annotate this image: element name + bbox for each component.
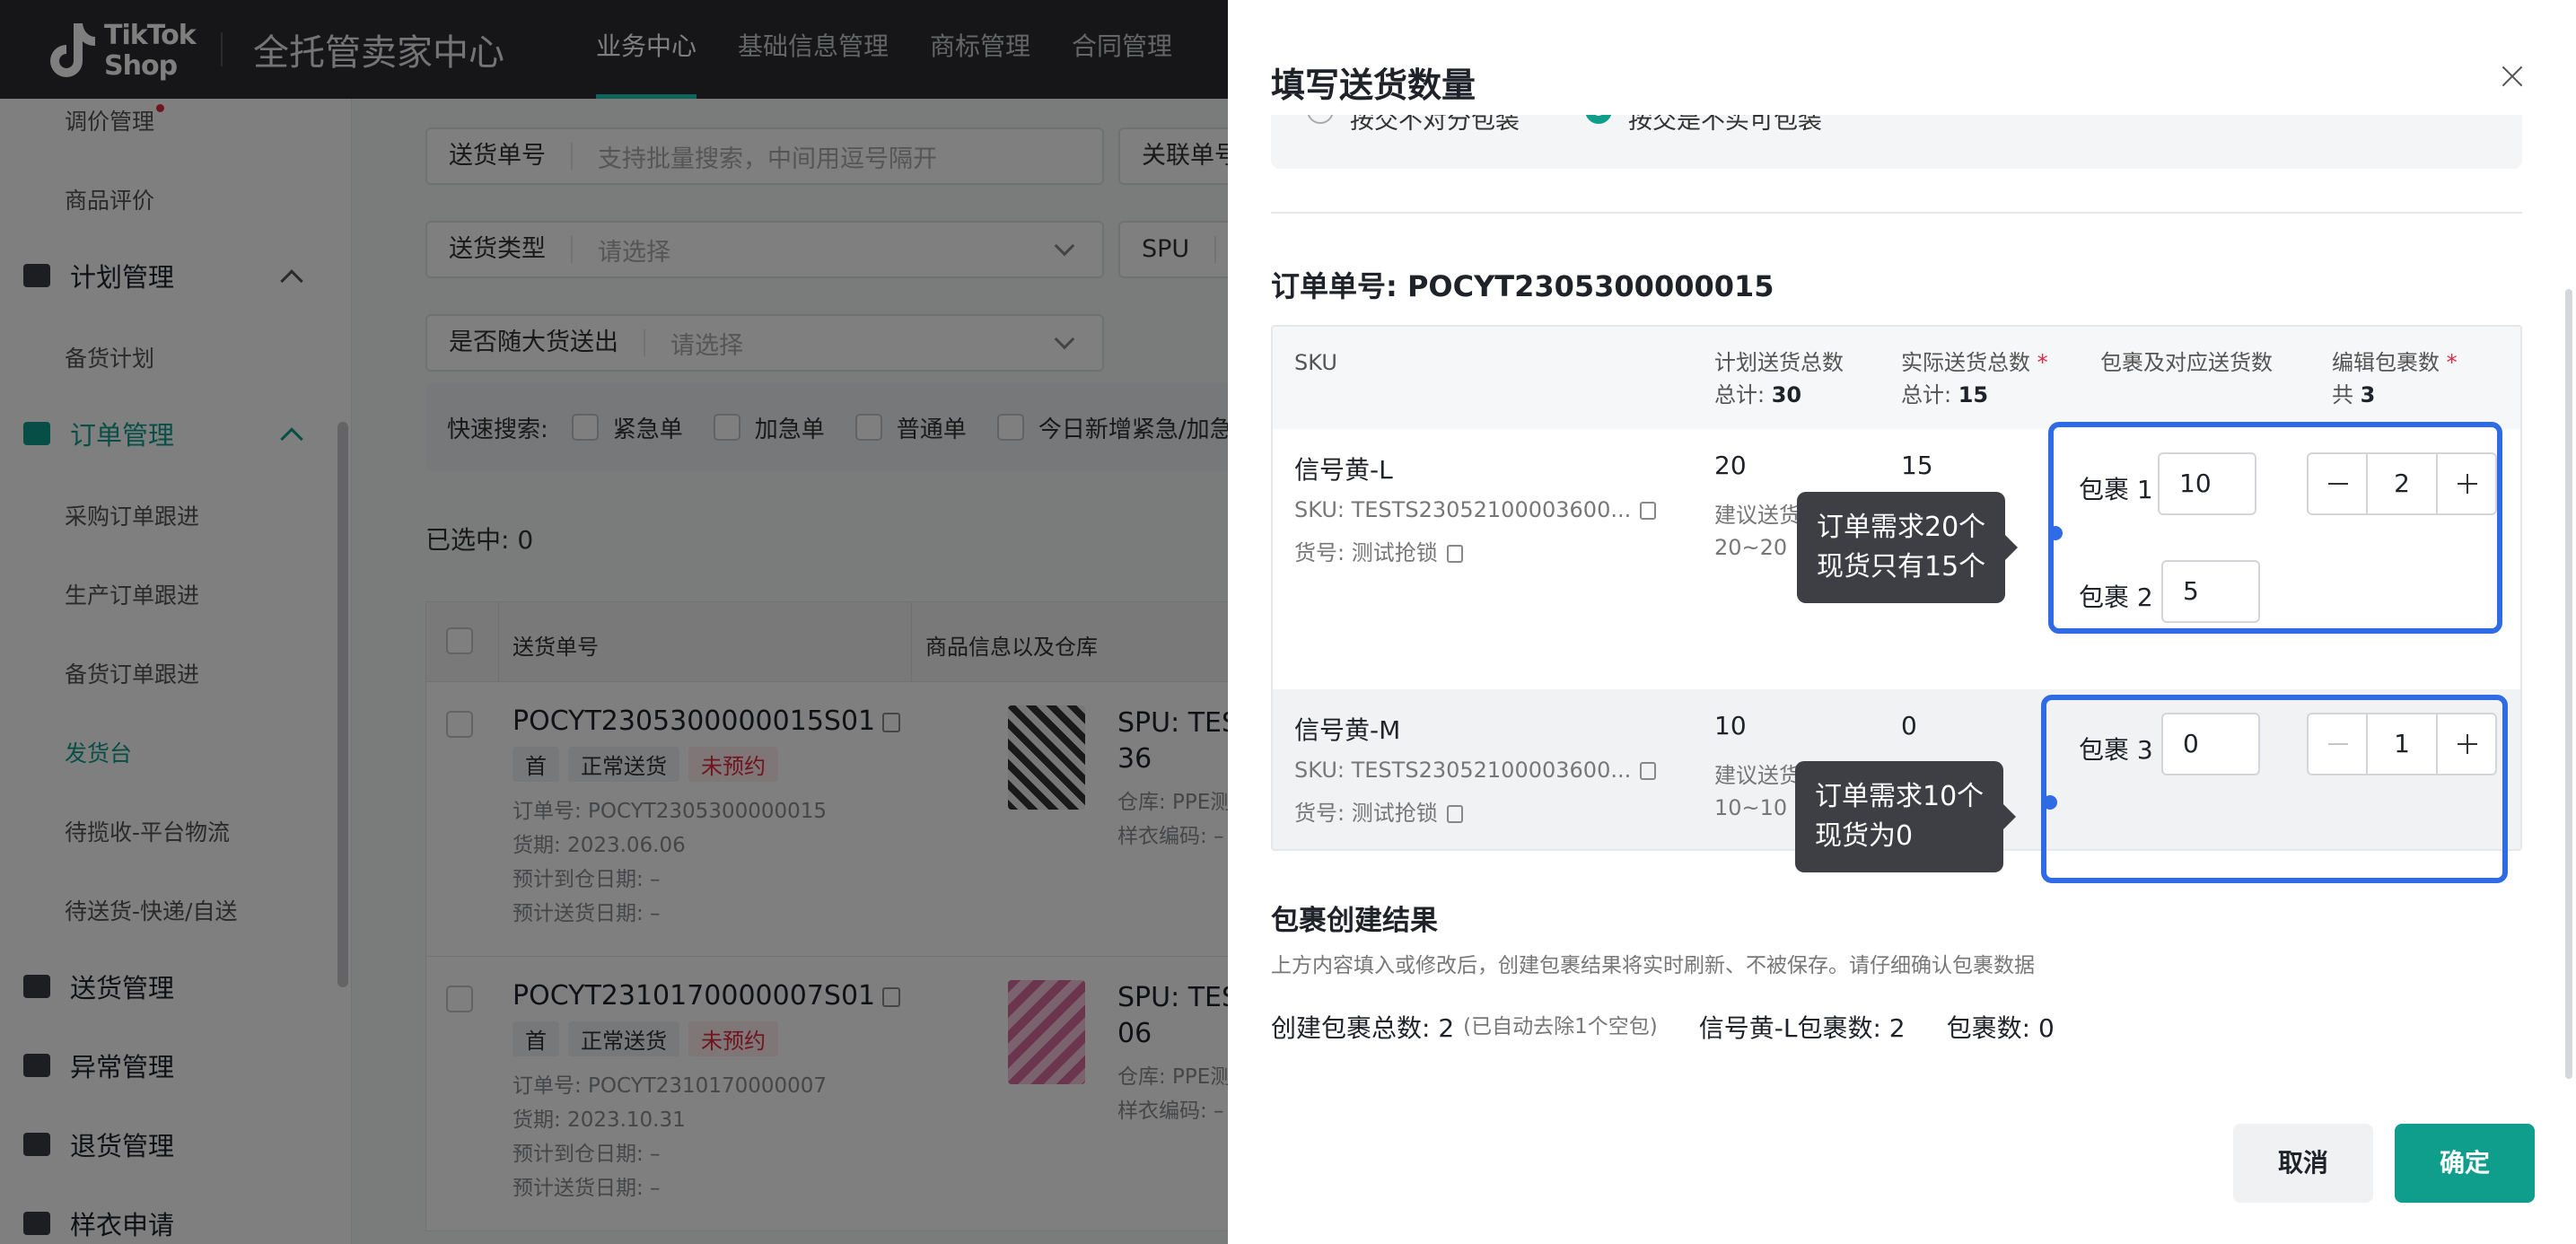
col-actual-total: 总计: 15 bbox=[1901, 379, 2048, 411]
result-summary: 创建包裹总数: 2 (已自动去除1个空包) 信号黄-L包裹数: 2 包裹数: 0 bbox=[1271, 1009, 2055, 1045]
cancel-button[interactable]: 取消 bbox=[2233, 1124, 2373, 1203]
package-count: 包裹数: 0 bbox=[1946, 1013, 2055, 1043]
radio-pack-mixed[interactable] bbox=[1585, 115, 1612, 124]
copy-icon[interactable] bbox=[1446, 805, 1463, 823]
col-actual: 实际送货总数 * 总计: 15 bbox=[1901, 346, 2048, 411]
close-icon[interactable] bbox=[2497, 61, 2528, 92]
col-edit-header: 编辑包裹数 * bbox=[2332, 346, 2458, 379]
radio-pack-separately[interactable] bbox=[1307, 115, 1334, 124]
tooltip-anchor-dot bbox=[2043, 795, 2057, 810]
goods-no-text: 货号: 测试抢锁 bbox=[1294, 801, 1438, 826]
sku-code: SKU: TESTS23052100003600... bbox=[1294, 497, 1657, 522]
suggested-range: 10~10 bbox=[1714, 795, 1788, 820]
tooltip-anchor-dot bbox=[2048, 526, 2063, 540]
highlight-box-row1 bbox=[2048, 422, 2502, 634]
col-edit-label: 编辑包裹数 bbox=[2332, 350, 2440, 375]
order-number: 订单单号: POCYT2305300000015 bbox=[1271, 269, 1774, 303]
sku-code-text: SKU: TESTS23052100003600... bbox=[1294, 758, 1632, 783]
col-edit-count: 编辑包裹数 * 共 3 bbox=[2332, 346, 2458, 411]
drawer-title: 填写送货数量 bbox=[1271, 66, 1476, 105]
highlight-box-row2 bbox=[2041, 695, 2508, 883]
sku-name: 信号黄-M bbox=[1294, 715, 1401, 745]
total-label: 总计: bbox=[1901, 382, 1958, 407]
tooltip-line2: 现货只有15个 bbox=[1817, 551, 1986, 583]
total-label: 共 bbox=[2332, 382, 2361, 407]
result-title: 包裹创建结果 bbox=[1271, 905, 1438, 937]
col-actual-label: 实际送货总数 bbox=[1901, 350, 2030, 375]
radio-label: 按交是不买可包装 bbox=[1628, 115, 1822, 135]
drawer-scrollbar[interactable] bbox=[2565, 289, 2572, 1079]
fill-quantity-drawer: 填写送货数量 按交不对分包装 按交是不买可包装 订单单号: POCYT23053… bbox=[1228, 0, 2576, 1244]
col-plan-label: 计划送货总数 bbox=[1714, 350, 1844, 375]
col-sku: SKU bbox=[1294, 350, 1337, 375]
tooltip-line1: 订单需求10个 bbox=[1815, 781, 1985, 812]
pack-mode-radio-group: 按交不对分包装 按交是不买可包装 bbox=[1271, 115, 2522, 169]
col-packages: 包裹及对应送货数 bbox=[2100, 350, 2273, 375]
result-description: 上方内容填入或修改后，创建包裹结果将实时刷新、不被保存。请仔细确认包裹数据 bbox=[1271, 954, 2035, 977]
confirm-button[interactable]: 确定 bbox=[2395, 1124, 2535, 1203]
total-packages-note: (已自动去除1个空包) bbox=[1463, 1015, 1658, 1038]
copy-icon[interactable] bbox=[1640, 502, 1657, 520]
goods-no: 货号: 测试抢锁 bbox=[1294, 535, 1463, 566]
total-value: 15 bbox=[1958, 382, 1989, 407]
sku-code-text: SKU: TESTS23052100003600... bbox=[1294, 497, 1632, 522]
modal-overlay[interactable] bbox=[0, 0, 1228, 1244]
total-packages: 创建包裹总数: 2 bbox=[1271, 1013, 1455, 1043]
goods-no: 货号: 测试抢锁 bbox=[1294, 795, 1463, 827]
sku-name: 信号黄-L bbox=[1294, 455, 1393, 485]
suggested-range: 20~20 bbox=[1714, 535, 1788, 560]
actual-quantity: 0 bbox=[1901, 711, 1917, 740]
col-plan: 计划送货总数 总计: 30 bbox=[1714, 346, 1844, 411]
goods-no-text: 货号: 测试抢锁 bbox=[1294, 540, 1438, 565]
tooltip-line1: 订单需求20个 bbox=[1817, 512, 1986, 543]
annotation-tooltip: 订单需求10个 现货为0 bbox=[1795, 761, 2017, 872]
sku-table-header: SKU 计划送货总数 总计: 30 实际送货总数 * 总计: 15 包裹及对应送… bbox=[1273, 327, 2520, 429]
plan-quantity: 10 bbox=[1714, 711, 1747, 740]
annotation-tooltip: 订单需求20个 现货只有15个 bbox=[1797, 492, 2019, 603]
required-mark: * bbox=[2037, 350, 2048, 375]
copy-icon[interactable] bbox=[1640, 762, 1657, 780]
total-value: 30 bbox=[1771, 382, 1802, 407]
required-mark: * bbox=[2446, 350, 2458, 375]
sku-code: SKU: TESTS23052100003600... bbox=[1294, 758, 1657, 783]
divider bbox=[1271, 212, 2522, 214]
col-actual-header: 实际送货总数 * bbox=[1901, 346, 2048, 379]
col-plan-total: 总计: 30 bbox=[1714, 379, 1844, 411]
plan-quantity: 20 bbox=[1714, 451, 1747, 480]
actual-quantity: 15 bbox=[1901, 451, 1933, 480]
tooltip-line2: 现货为0 bbox=[1815, 820, 1914, 852]
total-value: 3 bbox=[2360, 382, 2376, 407]
col-edit-total: 共 3 bbox=[2332, 379, 2458, 411]
total-label: 总计: bbox=[1714, 382, 1772, 407]
radio-label: 按交不对分包装 bbox=[1350, 115, 1520, 135]
l-package-count: 信号黄-L包裹数: 2 bbox=[1698, 1013, 1906, 1043]
copy-icon[interactable] bbox=[1446, 545, 1463, 563]
